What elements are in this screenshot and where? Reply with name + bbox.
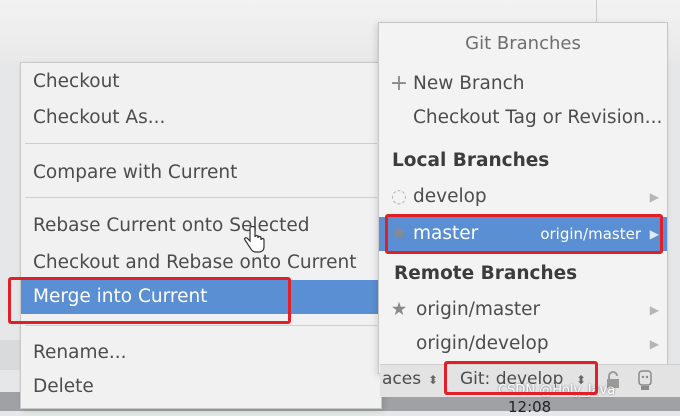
branch-item-origin-master[interactable]: ★ origin/master ▶ — [379, 293, 667, 327]
submenu-arrow-icon: ▶ — [649, 337, 659, 351]
remote-branches-header: Remote Branches — [379, 257, 667, 291]
branch-context-menu: Checkout Checkout As... Compare with Cur… — [20, 62, 382, 409]
new-branch-item[interactable]: + New Branch — [379, 67, 667, 101]
checkout-tag-item[interactable]: Checkout Tag or Revision... — [379, 101, 667, 135]
branch-name: develop — [413, 186, 487, 207]
menu-item-delete[interactable]: Delete — [21, 370, 381, 404]
annotation-box-master — [385, 214, 663, 254]
hand-cursor-icon — [244, 226, 265, 253]
remote-branches-label: Remote Branches — [394, 263, 578, 284]
branch-name: origin/develop — [416, 333, 549, 354]
menu-item-rebase-current-onto-selected[interactable]: Rebase Current onto Selected — [21, 209, 381, 243]
menu-separator — [25, 197, 377, 198]
submenu-arrow-icon: ▶ — [649, 190, 659, 204]
menu-item-checkout-as[interactable]: Checkout As... — [21, 101, 381, 135]
checkout-tag-label: Checkout Tag or Revision... — [413, 107, 663, 128]
star-icon: ★ — [390, 299, 408, 320]
annotation-box-git-widget — [444, 361, 598, 395]
popup-title: Git Branches — [465, 33, 581, 54]
menu-separator — [25, 325, 377, 326]
spinner-icon: ⬍ — [428, 373, 439, 387]
status-fragment: aces — [382, 369, 422, 389]
branch-item-origin-develop[interactable]: origin/develop ▶ — [379, 327, 667, 361]
new-branch-label: New Branch — [413, 73, 525, 94]
branch-item-develop[interactable]: ◌ develop ▶ — [379, 180, 667, 214]
hector-icon[interactable] — [636, 369, 654, 391]
git-branches-popup: Git Branches + New Branch Checkout Tag o… — [378, 22, 668, 374]
tag-icon: ◌ — [390, 186, 408, 207]
submenu-arrow-icon: ▶ — [649, 303, 659, 317]
branch-name: origin/master — [416, 299, 541, 320]
annotation-box-merge — [8, 277, 291, 324]
local-branches-header: Local Branches — [379, 144, 667, 178]
plus-icon: + — [389, 71, 409, 96]
local-branches-label: Local Branches — [392, 150, 550, 171]
menu-separator — [25, 143, 377, 144]
clock: 12:08 — [508, 398, 552, 416]
menu-item-rename[interactable]: Rename... — [21, 336, 381, 370]
menu-item-checkout[interactable]: Checkout — [21, 65, 381, 99]
menu-item-checkout-and-rebase[interactable]: Checkout and Rebase onto Current — [21, 246, 381, 280]
menu-item-compare-with-current[interactable]: Compare with Current — [21, 156, 381, 190]
